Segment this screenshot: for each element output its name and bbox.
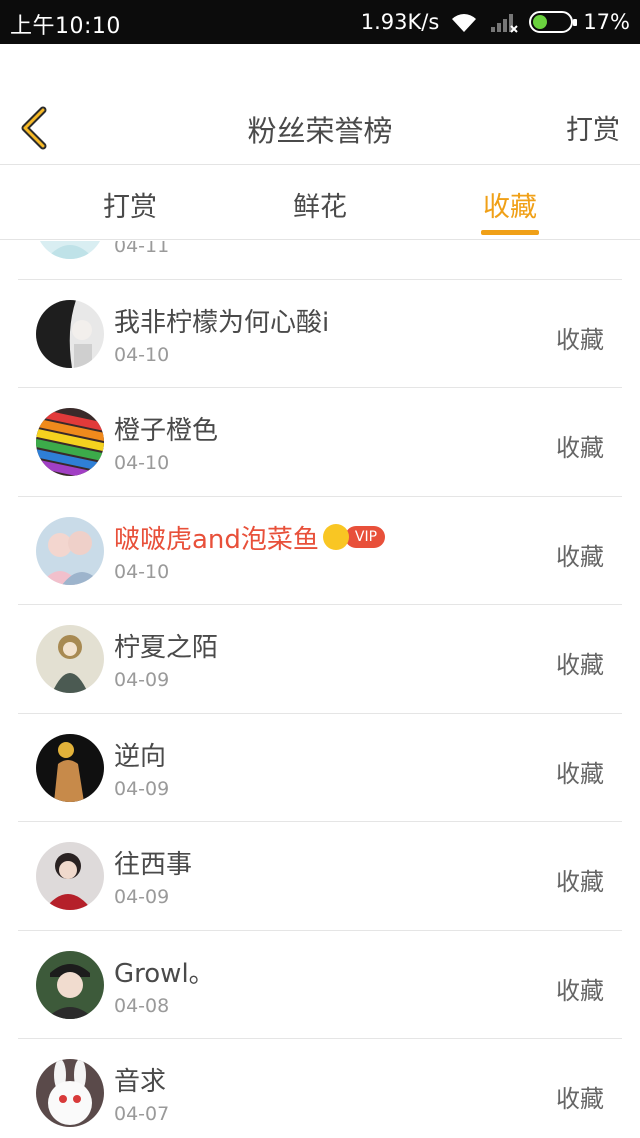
avatar (36, 516, 104, 585)
user-name: 音求 (114, 1067, 167, 1097)
avatar (36, 625, 104, 693)
tab-bar: 打赏 鲜花 收藏 (0, 165, 640, 240)
item-date: 04-10 (114, 343, 170, 366)
item-date: 04-09 (114, 777, 170, 800)
item-date: 04-09 (114, 669, 170, 691)
item-date: 04-08 (114, 994, 170, 1017)
page-title: 粉丝荣誉榜 (247, 114, 393, 148)
item-date: 04-09 (114, 886, 170, 908)
user-name: 啵啵虎and泡菜鱼 VIP (114, 519, 386, 556)
tip-button[interactable]: 打赏 (566, 108, 620, 147)
favorite-button[interactable]: 收藏 (556, 862, 604, 897)
tab-flowers[interactable]: 鲜花 (260, 185, 380, 224)
user-name: 逆向 (114, 741, 167, 772)
list-item[interactable]: 04-11 (18, 241, 622, 280)
list-item[interactable]: 音求 04-07 收藏 (18, 1039, 622, 1138)
network-speed: 1.93K/s (360, 10, 440, 34)
active-tab-indicator (481, 230, 539, 235)
list-item[interactable]: 往西事 04-09 收藏 (18, 822, 622, 931)
status-bar: 上午10:10 1.93K/s 17% (0, 0, 640, 44)
item-date: 04-07 (114, 1103, 170, 1125)
signal-icon (491, 14, 519, 33)
favorite-label: 收藏 (556, 325, 604, 354)
avatar (36, 1059, 104, 1127)
battery-icon (529, 11, 578, 33)
tab-tip[interactable]: 打赏 (70, 185, 190, 224)
user-name: 橙子橙色 (114, 416, 219, 446)
item-date: 04-10 (114, 560, 170, 583)
user-name: Growl。 (114, 958, 215, 989)
battery-percent: 17% (583, 10, 630, 34)
favorite-button[interactable]: 收藏 (556, 537, 604, 572)
status-time: 上午10:10 (10, 14, 121, 39)
favorite-button[interactable]: 收藏 (556, 645, 604, 680)
avatar (36, 408, 104, 476)
favorite-button[interactable]: 收藏 (556, 971, 604, 1006)
vip-badge: VIP (344, 526, 386, 548)
user-name: 往西事 (114, 850, 193, 880)
list-item[interactable]: Growl。 04-08 收藏 (18, 931, 622, 1039)
favorite-button[interactable]: 收藏 (556, 428, 604, 463)
app-header: 粉丝荣誉榜 打赏 (0, 44, 640, 165)
avatar (36, 842, 104, 910)
fan-list[interactable]: 04-11 我非柠檬为何心酸i 04-10 收藏 橙子橙色 04-10 收藏 啵… (0, 241, 640, 1138)
crown-icon (322, 524, 349, 550)
item-date: 04-10 (114, 452, 170, 474)
avatar (36, 733, 104, 802)
list-item[interactable]: 啵啵虎and泡菜鱼 VIP 04-10 收藏 (18, 497, 622, 605)
item-date: 04-11 (114, 241, 170, 257)
favorite-button[interactable]: 收藏 (556, 754, 604, 789)
avatar (36, 950, 104, 1019)
user-name: 我非柠檬为何心酸i (114, 307, 330, 338)
avatar (36, 299, 104, 368)
list-item[interactable]: 柠夏之陌 04-09 收藏 (18, 605, 622, 714)
list-item[interactable]: 我非柠檬为何心酸i 04-10 收藏 (18, 280, 622, 388)
avatar (36, 241, 104, 259)
wifi-icon (452, 14, 477, 33)
tab-favorites[interactable]: 收藏 (450, 185, 570, 224)
favorite-button[interactable]: 收藏 (556, 1079, 604, 1114)
list-item[interactable]: 逆向 04-09 收藏 (18, 714, 622, 822)
status-right: 1.93K/s 17% (361, 6, 630, 38)
list-item[interactable]: 橙子橙色 04-10 收藏 (18, 388, 622, 497)
user-name: 柠夏之陌 (114, 633, 219, 663)
